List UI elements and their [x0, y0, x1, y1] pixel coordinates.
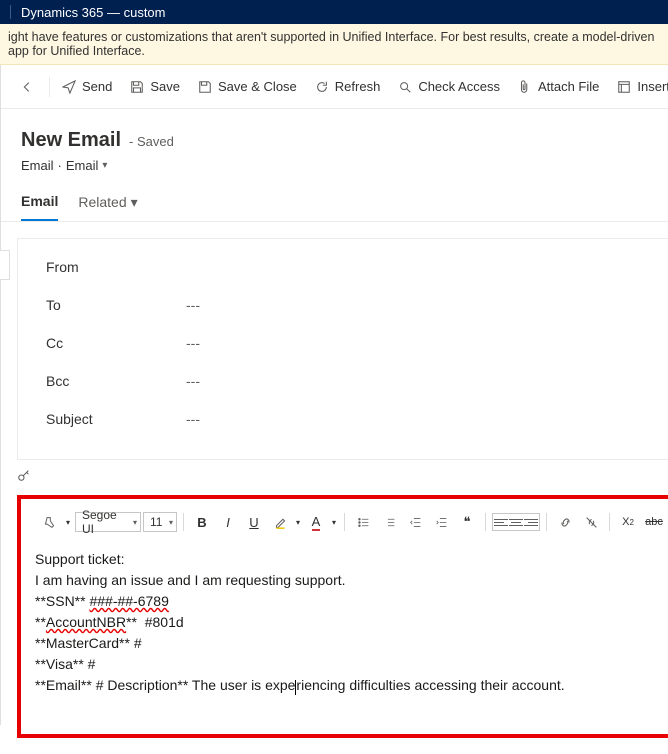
to-field[interactable]: To --- — [46, 297, 668, 313]
outdent-button[interactable] — [403, 511, 427, 533]
font-color-button[interactable]: A — [304, 511, 328, 533]
side-tab-stub[interactable] — [0, 250, 10, 280]
strike-button[interactable]: abc — [642, 511, 666, 533]
format-painter-caret[interactable]: ▾ — [63, 511, 73, 533]
bullet-list-button[interactable] — [351, 511, 375, 533]
chevron-down-icon: ▾ — [131, 194, 138, 211]
font-family-select[interactable]: Segoe UI — [75, 512, 141, 532]
save-button[interactable]: Save — [122, 75, 188, 98]
app-title: Dynamics 365 — custom — [21, 5, 166, 20]
from-field[interactable]: From — [46, 259, 668, 275]
tab-related[interactable]: Related▾ — [78, 187, 137, 221]
command-bar: Send Save Save & Close Refresh Check Acc… — [1, 65, 668, 109]
italic-button[interactable]: I — [216, 511, 240, 533]
chevron-down-icon[interactable]: ▾ — [102, 160, 107, 171]
numbered-list-button[interactable] — [377, 511, 401, 533]
link-button[interactable] — [553, 511, 577, 533]
format-painter-button[interactable] — [37, 511, 61, 533]
bold-button[interactable]: B — [190, 511, 214, 533]
font-color-caret[interactable]: ▾ — [330, 511, 338, 533]
indent-button[interactable] — [429, 511, 453, 533]
breadcrumb: Email · Email ▾ — [21, 158, 668, 173]
align-buttons[interactable] — [492, 513, 540, 531]
insert-template-button[interactable]: Insert Templat — [609, 75, 668, 98]
unlink-button[interactable] — [579, 511, 603, 533]
tab-email[interactable]: Email — [21, 187, 58, 221]
send-button[interactable]: Send — [54, 75, 120, 98]
refresh-button[interactable]: Refresh — [307, 75, 389, 98]
highlight-caret[interactable]: ▾ — [294, 511, 302, 533]
bcc-field[interactable]: Bcc --- — [46, 373, 668, 389]
tab-bar: Email Related▾ — [1, 173, 668, 222]
highlight-button[interactable] — [268, 511, 292, 533]
subject-field[interactable]: Subject --- — [46, 411, 668, 427]
back-button[interactable] — [13, 73, 41, 101]
save-close-button[interactable]: Save & Close — [190, 75, 305, 98]
page-subtitle: - Saved — [129, 134, 174, 149]
email-fields: From To --- Cc --- Bcc --- Subject --- — [17, 238, 668, 460]
page-header: New Email - Saved Email · Email ▾ — [1, 109, 668, 173]
left-rail — [0, 65, 1, 725]
personalization-icon[interactable] — [17, 468, 668, 485]
unified-interface-warning: ight have features or customizations tha… — [0, 24, 668, 65]
quote-button[interactable]: ❝ — [455, 511, 479, 533]
subscript-button[interactable]: X2 — [616, 511, 640, 533]
page-title: New Email — [21, 129, 121, 152]
rte-toolbar: ▾ Segoe UI 11 B I U ▾ A ▾ — [31, 509, 668, 541]
attach-file-button[interactable]: Attach File — [510, 75, 607, 98]
font-size-select[interactable]: 11 — [143, 512, 177, 532]
email-body-text[interactable]: Support ticket: I am having an issue and… — [31, 541, 668, 704]
app-topbar: Dynamics 365 — custom — [0, 0, 668, 24]
check-access-button[interactable]: Check Access — [390, 75, 508, 98]
underline-button[interactable]: U — [242, 511, 266, 533]
cc-field[interactable]: Cc --- — [46, 335, 668, 351]
email-body-editor[interactable]: ▾ Segoe UI 11 B I U ▾ A ▾ — [17, 495, 668, 738]
